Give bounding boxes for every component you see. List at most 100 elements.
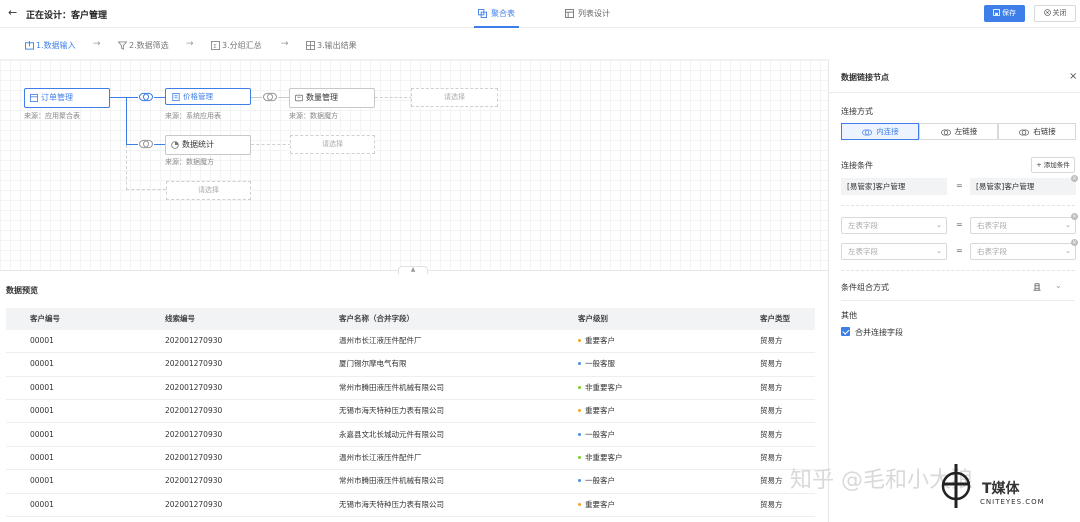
- inner-join-icon[interactable]: [138, 92, 154, 102]
- cell-text: 重要客户: [585, 336, 615, 345]
- remove-condition-icon[interactable]: ×: [1071, 213, 1078, 220]
- table-cell: 00001: [30, 470, 54, 492]
- step-output-result[interactable]: 3.输出结果: [306, 40, 357, 51]
- tab-aggregate-table[interactable]: 聚合表: [474, 0, 519, 28]
- brand-name: T媒体: [982, 481, 1020, 497]
- join-icon[interactable]: [262, 92, 278, 102]
- table-row[interactable]: 00001 202001270930 厦门锡尔摩电气有限 一般客服 贸易方: [6, 353, 815, 377]
- table-row[interactable]: 00001 202001270930 温州市长江液压件配件厂 重要客户 贸易方: [6, 330, 815, 354]
- table-cell: 无锡市海天特种压力表有限公司: [339, 400, 444, 422]
- plus-icon: +: [1036, 161, 1044, 169]
- top-header: ← 正在设计：客户管理 聚合表 列表设计 保存 关闭: [0, 0, 1080, 28]
- table-row[interactable]: 00001 202001270930 永嘉县文北长城动元件有限公司 一般客户 贸易方: [6, 424, 815, 447]
- node-source: 来源：数据魔方: [165, 158, 214, 166]
- cell-text: 无锡市海天特种压力表有限公司: [339, 499, 444, 509]
- inner-join-option[interactable]: 内连接: [841, 123, 919, 140]
- connector-dashed: [251, 144, 291, 145]
- table-cell: 贸易方: [760, 447, 783, 469]
- cell-text: 重要客户: [585, 499, 615, 509]
- aggregate-icon: [478, 9, 487, 18]
- node-quantity-management[interactable]: 数量管理: [289, 88, 375, 108]
- condition-right-select[interactable]: 右表字段 ⌄: [970, 217, 1076, 234]
- table-cell: 202001270930: [165, 400, 222, 422]
- cell-text: 00001: [30, 476, 54, 486]
- table-row[interactable]: 00001 202001270930 无锡市海天特种压力表有限公司 重要客户 贸易方: [6, 400, 815, 424]
- node-data-statistics[interactable]: 数据统计: [165, 135, 251, 155]
- cell-text: 贸易方: [760, 429, 783, 439]
- cube-icon: [295, 94, 303, 102]
- table-cell: 202001270930: [165, 353, 222, 375]
- table-row[interactable]: 00001 202001270930 温州市长江液压件配件厂 非重要客户 贸易方: [6, 447, 815, 471]
- combine-value[interactable]: 且: [1033, 282, 1041, 293]
- collapse-handle[interactable]: ▲: [398, 266, 428, 274]
- table-cell: 重要客户: [578, 494, 615, 516]
- step-arrow-icon: →: [281, 39, 289, 49]
- table-cell: 一般客服: [578, 353, 615, 375]
- step-data-filter[interactable]: 2.数据筛选: [117, 40, 169, 51]
- preview-title: 数据预览: [6, 286, 38, 295]
- node-placeholder[interactable]: 请选择: [290, 135, 375, 154]
- condition-left-select[interactable]: 左表字段 ⌄: [841, 217, 947, 234]
- column-header: 客户级别: [578, 314, 608, 323]
- table-row[interactable]: 00001 202001270930 无锡市海天特种压力表有限公司 重要客户 贸易方: [6, 494, 815, 518]
- node-price-management[interactable]: 价格管理: [165, 88, 251, 105]
- table-cell: 常州市腾田液压件机械有限公司: [339, 377, 444, 399]
- remove-condition-icon[interactable]: ×: [1071, 175, 1078, 182]
- table-row[interactable]: 00001 202001270930 常州市腾田液压件机械有限公司 一般客户 贸易方: [6, 470, 815, 494]
- table-icon: [30, 94, 38, 102]
- condition-left-select[interactable]: 左表字段 ⌄: [841, 243, 947, 260]
- table-cell: 重要客户: [578, 330, 615, 352]
- table-cell: 永嘉县文北长城动元件有限公司: [339, 424, 444, 446]
- chevron-down-icon[interactable]: ⌄: [1055, 281, 1062, 290]
- left-join-option[interactable]: 左链接: [919, 123, 998, 140]
- remove-condition-icon[interactable]: ×: [1071, 239, 1078, 246]
- cell-text: 202001270930: [165, 499, 223, 509]
- step-group-summary[interactable]: Σ 3.分组汇总: [211, 40, 262, 51]
- connector-dashed: [126, 189, 166, 190]
- condition-left-field[interactable]: [易管家]客户管理: [841, 178, 947, 195]
- column-header: 线索编号: [165, 314, 195, 323]
- condition-label: 连接条件: [841, 161, 873, 170]
- flow-canvas[interactable]: 订单管理 来源：应用聚合表 价格管理 来源：系统应用表 数量管理 来源：数据魔方…: [0, 60, 828, 270]
- status-dot-icon: [578, 339, 581, 342]
- cell-text: 00001: [30, 406, 54, 416]
- table-cell: 贸易方: [760, 400, 783, 422]
- cell-text: 贸易方: [760, 336, 783, 345]
- divider: [841, 205, 1075, 206]
- table-row[interactable]: 00001 202001270930 常州市腾田液压件机械有限公司 非重要客户 贸易方: [6, 377, 815, 401]
- back-arrow-icon[interactable]: ←: [8, 7, 20, 19]
- cell-text: 厦门锡尔摩电气有限: [339, 359, 407, 369]
- step-data-input[interactable]: 1.数据输入: [25, 40, 76, 51]
- pie-chart-icon: [171, 141, 179, 149]
- condition-right-select[interactable]: 右表字段 ⌄: [970, 243, 1076, 260]
- table-cell: 贸易方: [760, 353, 783, 375]
- cell-text: 贸易方: [760, 406, 783, 416]
- right-join-option[interactable]: 右链接: [998, 123, 1076, 140]
- table-cell: 202001270930: [165, 470, 222, 492]
- merge-fields-checkbox[interactable]: [841, 327, 850, 336]
- table-cell: 贸易方: [760, 330, 783, 352]
- table-cell: 202001270930: [165, 424, 222, 446]
- close-button[interactable]: 关闭: [1034, 5, 1076, 22]
- table-cell: 00001: [30, 330, 54, 352]
- status-dot-icon: [578, 479, 581, 483]
- close-icon[interactable]: ×: [1069, 71, 1077, 82]
- tab-list-design[interactable]: 列表设计: [561, 0, 614, 28]
- panel-title: 数据链接节点: [841, 73, 889, 82]
- cell-text: 常州市腾田液压件机械有限公司: [339, 382, 444, 392]
- add-condition-button[interactable]: + 添加条件: [1031, 157, 1075, 173]
- condition-right-field[interactable]: [易管家]客户管理: [970, 178, 1076, 195]
- cell-text: 202001270930: [165, 429, 223, 439]
- condition-operator: =: [956, 181, 963, 190]
- table-cell: 无锡市海天特种压力表有限公司: [339, 494, 444, 516]
- node-order-management[interactable]: 订单管理: [24, 88, 110, 108]
- table-cell: 00001: [30, 494, 54, 516]
- node-placeholder[interactable]: 请选择: [166, 181, 251, 200]
- close-circle-icon: [1043, 9, 1051, 16]
- link-node-panel: 数据链接节点 × 连接方式 内连接 左链接 右链接 连接条件 + 添加条件 [易…: [828, 60, 1080, 522]
- join-icon[interactable]: [138, 139, 154, 149]
- save-button[interactable]: 保存: [984, 5, 1025, 22]
- cell-text: 202001270930: [165, 382, 223, 392]
- node-placeholder[interactable]: 请选择: [411, 88, 498, 107]
- cell-text: 00001: [30, 336, 54, 345]
